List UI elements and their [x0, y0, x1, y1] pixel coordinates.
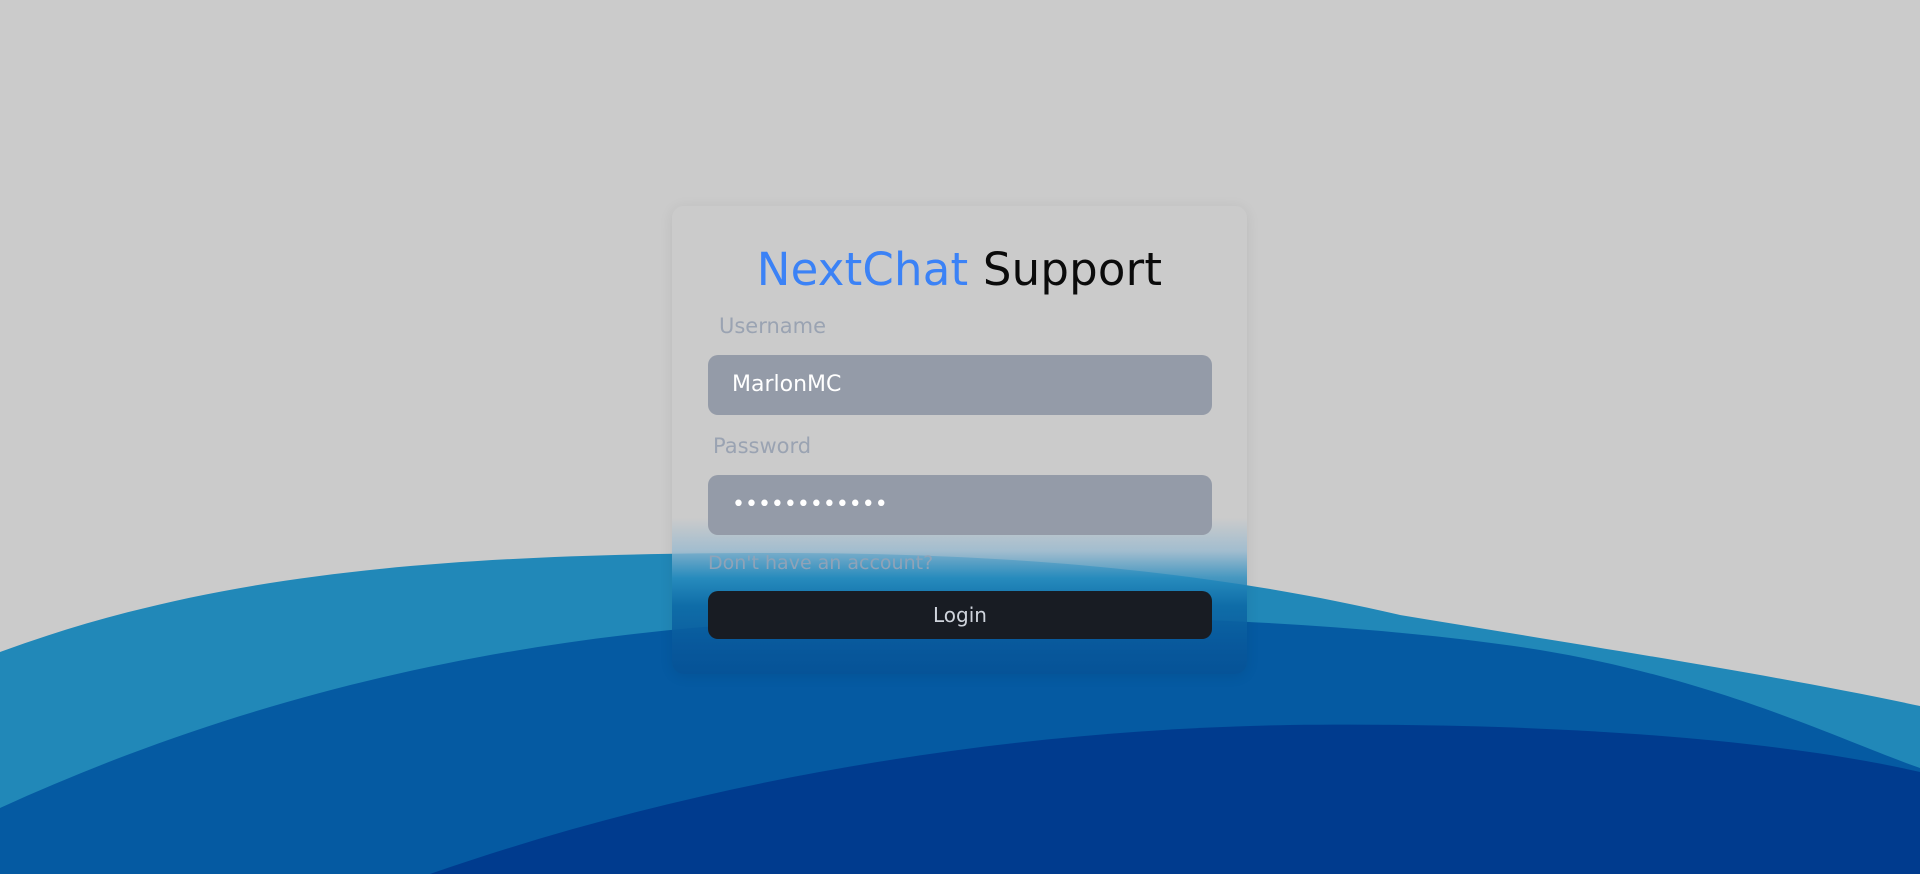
title-suffix: Support	[968, 243, 1163, 296]
login-page: NextChat Support Username Password •••••…	[0, 0, 1920, 874]
username-label: Username	[719, 314, 827, 338]
password-input[interactable]: ••••••••••••	[708, 475, 1212, 535]
title-brand: NextChat	[756, 243, 969, 296]
username-input[interactable]	[708, 355, 1212, 415]
login-card: NextChat Support Username Password •••••…	[672, 206, 1247, 674]
signup-link[interactable]: Don't have an account?	[708, 551, 933, 575]
login-button[interactable]: Login	[708, 591, 1212, 639]
page-title: NextChat Support	[672, 242, 1247, 298]
password-label: Password	[713, 434, 812, 458]
